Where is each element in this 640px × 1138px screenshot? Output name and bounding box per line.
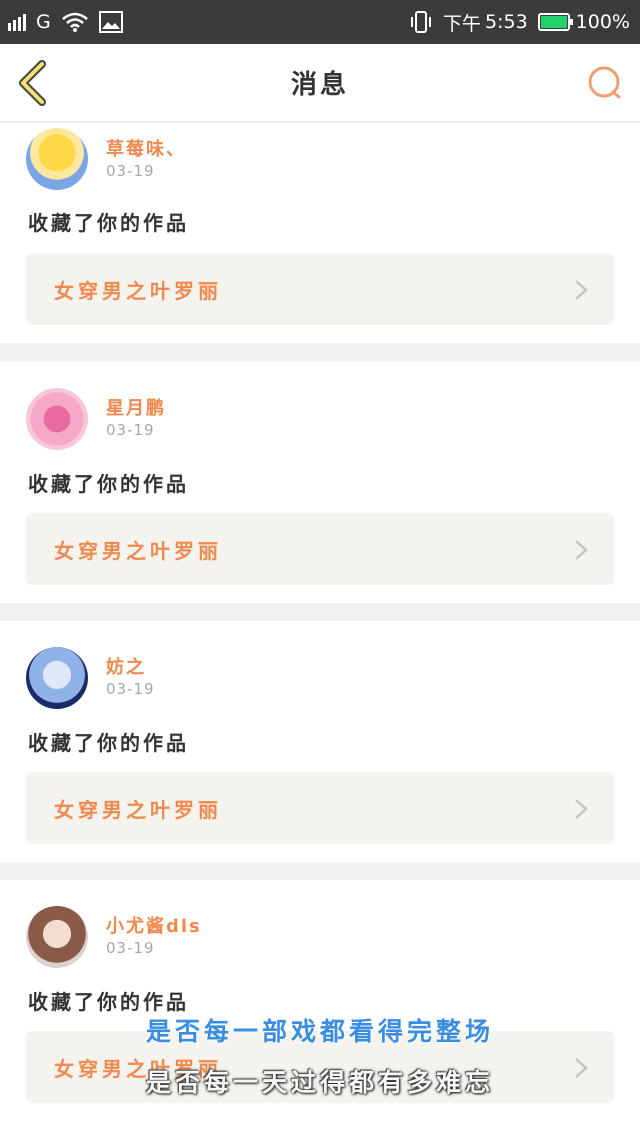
message-action: 收藏了你的作品: [28, 731, 189, 755]
avatar[interactable]: [26, 388, 88, 450]
chevron-right-icon: [575, 799, 588, 819]
header: 消息: [0, 44, 640, 122]
back-arrow-icon: [19, 60, 46, 106]
search-button[interactable]: [586, 64, 624, 102]
message-card: 星月鹏 03-19 收藏了你的作品 女穿男之叶罗丽: [0, 362, 640, 603]
message-date: 03-19: [106, 939, 155, 957]
message-date: 03-19: [106, 421, 155, 439]
status-bar: G 下午 5:53 100%: [0, 0, 640, 44]
avatar[interactable]: [26, 906, 88, 968]
status-left: G: [8, 11, 123, 33]
message-card: 草莓味、 03-19 收藏了你的作品 女穿男之叶罗丽: [0, 123, 640, 343]
subtitle-line-2: 是否每一天过得都有多难忘: [145, 1068, 494, 1097]
username[interactable]: 小尤酱dls: [106, 912, 202, 938]
chevron-right-icon: [575, 540, 588, 560]
username[interactable]: 星月鹏: [106, 394, 166, 420]
work-title: 女穿男之叶罗丽: [54, 279, 222, 303]
avatar[interactable]: [26, 647, 88, 709]
wifi-icon: [61, 12, 88, 32]
vibrate-icon: [410, 11, 431, 33]
message-action: 收藏了你的作品: [28, 472, 189, 496]
back-button[interactable]: [16, 60, 50, 106]
message-action: 收藏了你的作品: [28, 211, 189, 235]
subtitle-line-1: 是否每一部戏都看得完整场: [145, 1017, 494, 1046]
work-link[interactable]: 女穿男之叶罗丽: [26, 772, 614, 844]
avatar[interactable]: [26, 128, 88, 190]
work-link[interactable]: 女穿男之叶罗丽: [26, 253, 614, 325]
network-type: G: [36, 11, 51, 33]
signal-icon: [8, 13, 26, 31]
image-notification-icon: [98, 11, 123, 33]
status-right: 下午 5:53 100%: [409, 9, 630, 36]
status-time: 5:53: [485, 11, 528, 33]
chevron-right-icon: [575, 280, 588, 300]
work-title: 女穿男之叶罗丽: [54, 798, 222, 822]
message-action: 收藏了你的作品: [28, 990, 189, 1014]
message-date: 03-19: [106, 162, 155, 180]
battery-percent: 100%: [575, 11, 630, 33]
username[interactable]: 妨之: [106, 653, 146, 679]
message-card: 小尤酱dls 03-19 收藏了你的作品 女穿男之叶罗丽: [0, 880, 640, 1138]
battery-icon: [537, 13, 573, 31]
message-card: 妨之 03-19 收藏了你的作品 女穿男之叶罗丽: [0, 621, 640, 862]
username[interactable]: 草莓味、: [106, 135, 186, 161]
page-title: 消息: [290, 70, 349, 100]
message-date: 03-19: [106, 680, 155, 698]
work-link[interactable]: 女穿男之叶罗丽: [26, 513, 614, 585]
status-time-prefix: 下午: [442, 12, 481, 35]
work-title: 女穿男之叶罗丽: [54, 539, 222, 563]
